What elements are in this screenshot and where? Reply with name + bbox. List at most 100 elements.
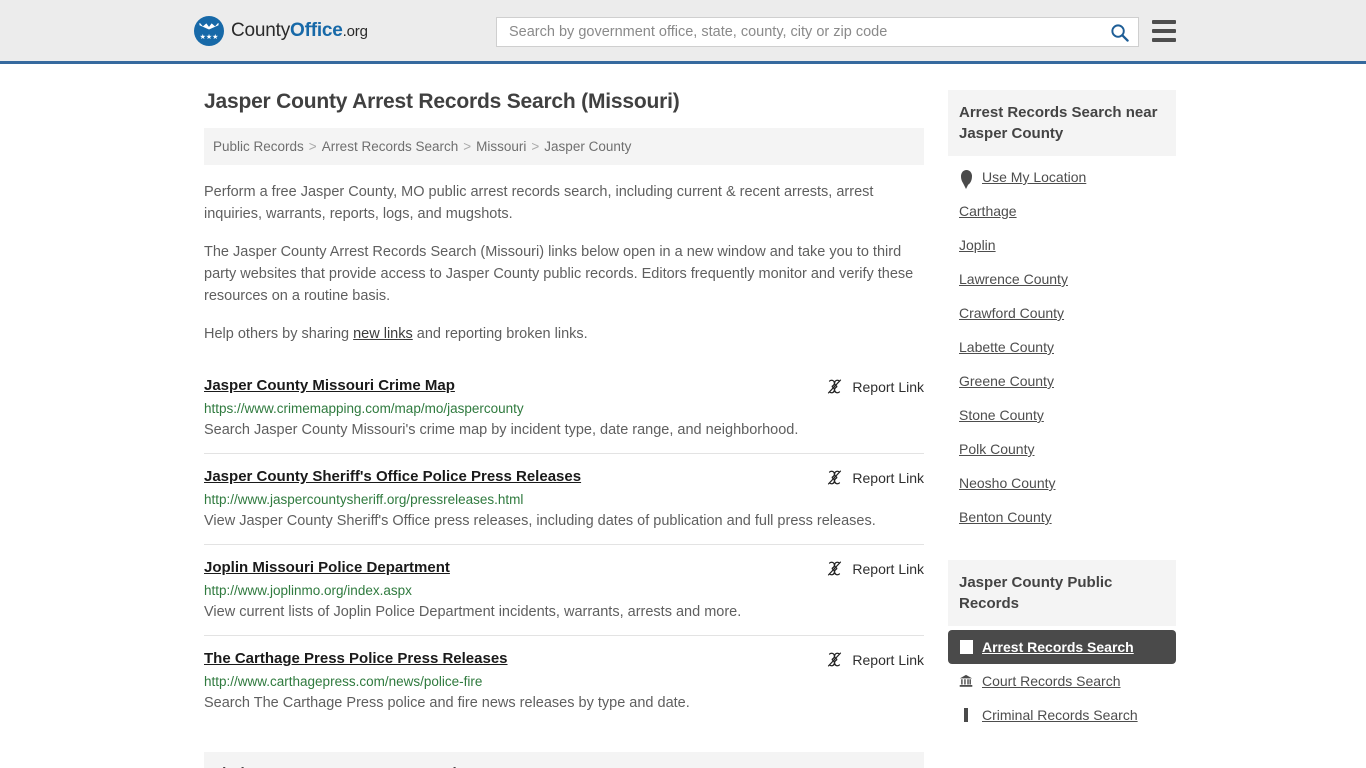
result-item: Jasper County Missouri Crime Map Report …: [204, 367, 924, 453]
gavel-icon: [959, 708, 973, 722]
breadcrumb: Public Records > Arrest Records Search > Mis…: [204, 128, 924, 165]
map-pin-icon: [959, 169, 973, 185]
result-url: http://www.jaspercountysheriff.org/press…: [204, 492, 524, 507]
report-link-label: Report Link: [852, 378, 924, 395]
breadcrumb-item-jasper-county[interactable]: Jasper County: [544, 139, 631, 154]
result-description: View Jasper County Sheriff's Office pres…: [204, 513, 876, 529]
site-header: ★★★ CountyOffice.org: [0, 0, 1366, 64]
new-links-link[interactable]: new links: [353, 326, 413, 342]
broken-link-icon: [828, 379, 842, 394]
result-item: Joplin Missouri Police Department Report…: [204, 544, 924, 635]
breadcrumb-item-missouri[interactable]: Missouri: [476, 139, 526, 154]
sidebar-item-stone-county[interactable]: Stone County: [948, 398, 1176, 432]
sidebar-item-label: Court Records Search: [982, 673, 1121, 689]
sidebar-item-label: Polk County: [959, 441, 1035, 457]
report-link-label: Report Link: [852, 560, 924, 577]
search-bar: [496, 17, 1139, 47]
sidebar-item-label: Labette County: [959, 339, 1054, 355]
sidebar-item-greene-county[interactable]: Greene County: [948, 364, 1176, 398]
result-title-link[interactable]: The Carthage Press Police Press Releases: [204, 650, 508, 667]
page-body: Jasper County Arrest Records Search (Mis…: [0, 64, 1366, 768]
result-title-link[interactable]: Joplin Missouri Police Department: [204, 559, 450, 576]
breadcrumb-item-public-records[interactable]: Public Records: [213, 139, 304, 154]
brand-part-office: Office: [290, 19, 343, 41]
sidebar-item-label: Arrest Records Search: [982, 639, 1134, 655]
broken-link-icon: [828, 470, 842, 485]
sidebar-item-labette-county[interactable]: Labette County: [948, 330, 1176, 364]
result-url: https://www.crimemapping.com/map/mo/jasp…: [204, 401, 524, 416]
sidebar-item-benton-county[interactable]: Benton County: [948, 500, 1176, 534]
public-records-panel-heading: Jasper County Public Records: [948, 560, 1176, 626]
site-logo[interactable]: ★★★ CountyOffice.org: [194, 15, 368, 46]
seal-stars: ★★★: [199, 33, 219, 41]
brand-wordmark: CountyOffice.org: [231, 20, 368, 42]
report-link-button[interactable]: Report Link: [826, 559, 924, 577]
result-description: Search Jasper County Missouri's crime ma…: [204, 422, 799, 438]
sidebar-item-arrest-records-search[interactable]: Arrest Records Search: [948, 630, 1176, 664]
sidebar-item-label: Criminal Records Search: [982, 707, 1138, 723]
sidebar-item-use-my-location[interactable]: Use My Location: [948, 160, 1176, 194]
nearby-panel-heading: Arrest Records Search near Jasper County: [948, 90, 1176, 156]
intro-paragraph-1: Perform a free Jasper County, MO public …: [204, 184, 874, 222]
sidebar-item-label: Crawford County: [959, 305, 1065, 321]
courthouse-icon: [959, 674, 973, 688]
public-records-panel: Jasper County Public Records Arrest Reco…: [948, 560, 1176, 732]
share-text-before: Help others by sharing: [204, 326, 354, 342]
sidebar-item-label: Use My Location: [982, 169, 1087, 185]
search-input[interactable]: [497, 18, 1100, 46]
result-description: Search The Carthage Press police and fir…: [204, 695, 690, 711]
file-icon: [959, 640, 973, 654]
sidebar-item-label: Joplin: [959, 237, 996, 253]
public-records-list: Arrest Records Search Court Records Sear…: [948, 626, 1176, 732]
report-link-label: Report Link: [852, 651, 924, 668]
sidebar-item-label: Greene County: [959, 373, 1054, 389]
sidebar-item-label: Neosho County: [959, 475, 1056, 491]
report-link-button[interactable]: Report Link: [826, 650, 924, 668]
sidebar-item-court-records-search[interactable]: Court Records Search: [948, 664, 1176, 698]
breadcrumb-separator: >: [463, 139, 472, 154]
nearby-panel: Arrest Records Search near Jasper County…: [948, 90, 1176, 534]
breadcrumb-separator: >: [531, 139, 540, 154]
result-description: View current lists of Joplin Police Depa…: [204, 604, 742, 620]
search-button[interactable]: [1100, 18, 1138, 46]
intro-text: Perform a free Jasper County, MO public …: [204, 181, 924, 345]
intro-paragraph-3: Help others by sharing new links and rep…: [204, 323, 924, 345]
sidebar-item-lawrence-county[interactable]: Lawrence County: [948, 262, 1176, 296]
brand-part-county: County: [231, 19, 291, 41]
intro-paragraph-2: The Jasper County Arrest Records Search …: [204, 244, 914, 304]
sidebar: Arrest Records Search near Jasper County…: [948, 64, 1176, 732]
broken-link-icon: [828, 561, 842, 576]
sidebar-item-label: Stone County: [959, 407, 1044, 423]
hamburger-menu-icon[interactable]: [1152, 20, 1176, 42]
sidebar-item-polk-county[interactable]: Polk County: [948, 432, 1176, 466]
report-link-button[interactable]: Report Link: [826, 377, 924, 395]
brand-part-tld: .org: [342, 22, 368, 40]
result-title-link[interactable]: Jasper County Sheriff's Office Police Pr…: [204, 468, 581, 485]
share-text-after: and reporting broken links.: [412, 326, 588, 342]
sidebar-item-label: Lawrence County: [959, 271, 1068, 287]
sidebar-item-criminal-records-search[interactable]: Criminal Records Search: [948, 698, 1176, 732]
results-list: Jasper County Missouri Crime Map Report …: [204, 367, 924, 726]
find-records-heading: Find Jasper County Arrest Records: [204, 752, 924, 768]
search-icon: [1110, 23, 1129, 42]
nearby-list: Use My Location Carthage Joplin Lawrence…: [948, 156, 1176, 534]
sidebar-item-joplin[interactable]: Joplin: [948, 228, 1176, 262]
sidebar-item-carthage[interactable]: Carthage: [948, 194, 1176, 228]
report-link-label: Report Link: [852, 469, 924, 486]
result-item: The Carthage Press Police Press Releases…: [204, 635, 924, 726]
eagle-seal-icon: ★★★: [194, 15, 224, 46]
result-item: Jasper County Sheriff's Office Police Pr…: [204, 453, 924, 544]
sidebar-item-neosho-county[interactable]: Neosho County: [948, 466, 1176, 500]
result-title-link[interactable]: Jasper County Missouri Crime Map: [204, 377, 455, 394]
breadcrumb-separator: >: [308, 139, 317, 154]
broken-link-icon: [828, 652, 842, 667]
result-url: http://www.joplinmo.org/index.aspx: [204, 583, 412, 598]
sidebar-item-label: Carthage: [959, 203, 1017, 219]
page-title: Jasper County Arrest Records Search (Mis…: [204, 90, 680, 113]
sidebar-item-label: Benton County: [959, 509, 1052, 525]
sidebar-item-crawford-county[interactable]: Crawford County: [948, 296, 1176, 330]
breadcrumb-item-arrest-records-search[interactable]: Arrest Records Search: [322, 139, 459, 154]
result-url: http://www.carthagepress.com/news/police…: [204, 674, 483, 689]
report-link-button[interactable]: Report Link: [826, 468, 924, 486]
main-column: Jasper County Arrest Records Search (Mis…: [204, 64, 924, 768]
